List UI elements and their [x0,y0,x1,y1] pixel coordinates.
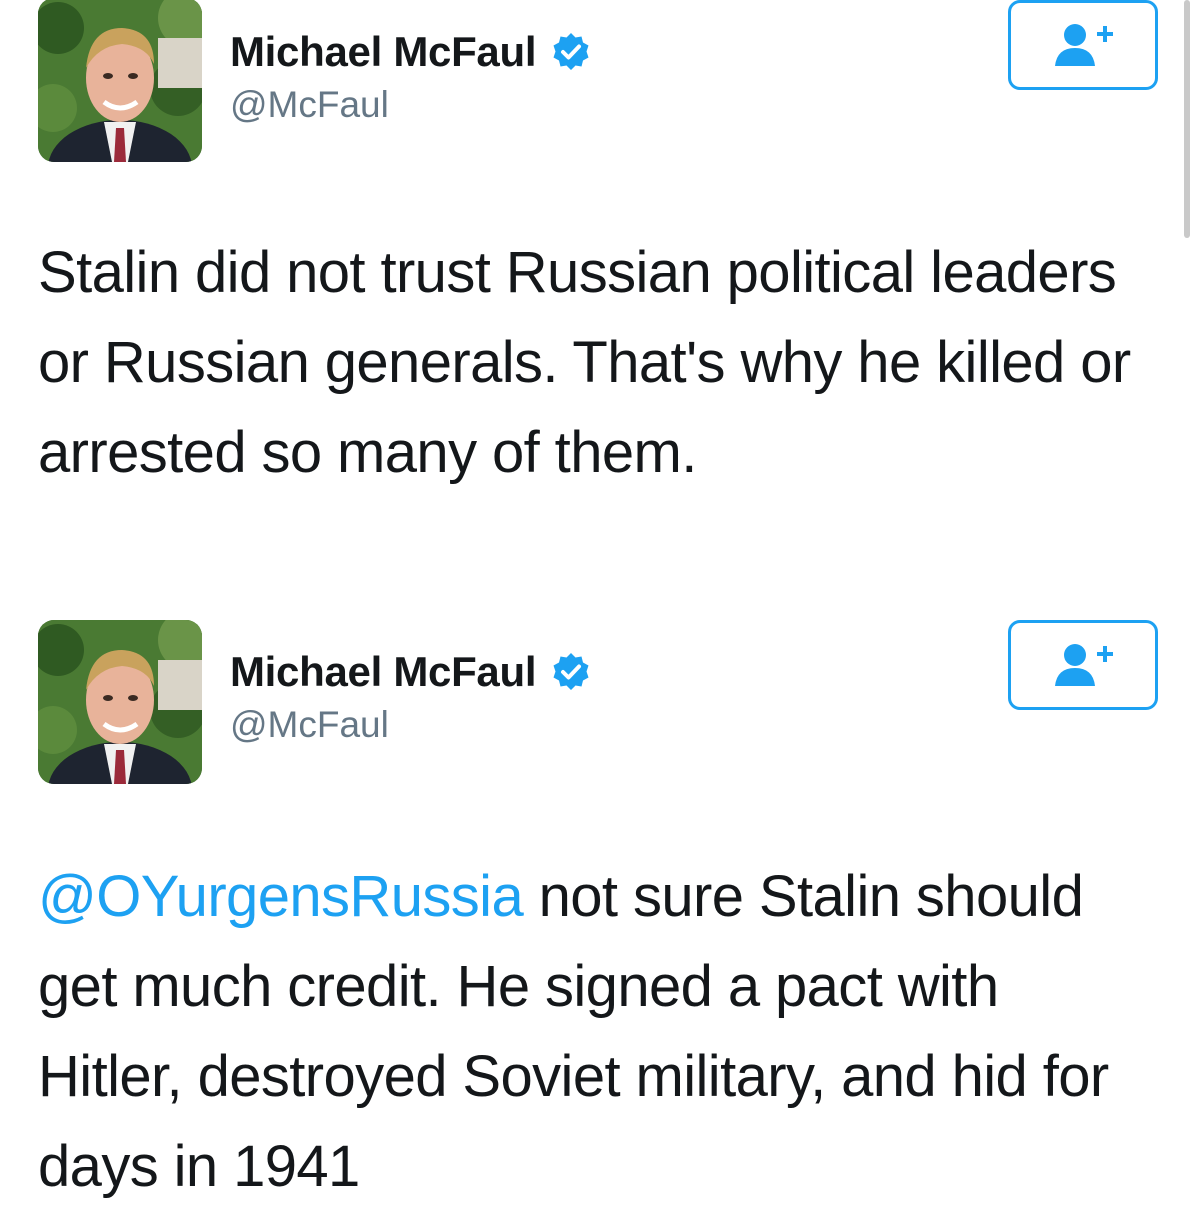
mention-link[interactable]: @OYurgensRussia [38,864,524,929]
follow-button[interactable] [1008,0,1158,90]
display-name[interactable]: Michael McFaul [230,648,537,696]
handle[interactable]: @McFaul [230,704,389,746]
avatar-image [38,0,202,162]
author-row: Michael McFaul [230,28,592,76]
tweet-body: Stalin did not trust Russian political l… [38,240,1131,485]
verified-badge-icon [550,651,592,693]
tweet-text: @OYurgensRussia not sure Stalin should g… [38,852,1158,1212]
handle[interactable]: @McFaul [230,84,389,126]
display-name[interactable]: Michael McFaul [230,28,537,76]
avatar[interactable] [38,620,202,784]
add-user-icon [1055,644,1113,686]
avatar[interactable] [38,0,202,162]
add-user-icon [1055,24,1113,66]
author-row: Michael McFaul [230,648,592,696]
tweet-text: Stalin did not trust Russian political l… [38,228,1158,498]
follow-button[interactable] [1008,620,1158,710]
scrollbar[interactable] [1184,0,1190,238]
verified-badge-icon [550,31,592,73]
avatar-image [38,620,202,784]
